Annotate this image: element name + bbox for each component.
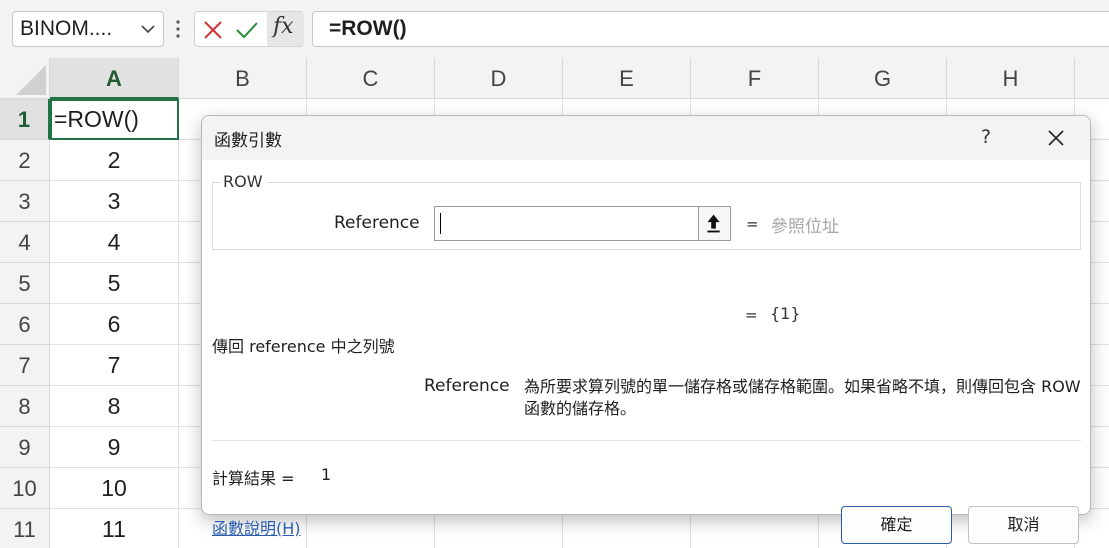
argument-equals: = bbox=[746, 215, 759, 233]
column-header-b[interactable]: B bbox=[179, 58, 307, 99]
formula-command-group: fx bbox=[194, 11, 304, 47]
arrow-up-icon bbox=[707, 214, 720, 233]
column-header-next[interactable] bbox=[1075, 58, 1109, 99]
dialog-title: 函數引數 bbox=[214, 131, 282, 151]
column-header-c[interactable]: C bbox=[307, 58, 435, 99]
cancel-button[interactable]: 取消 bbox=[968, 506, 1079, 544]
column-header-e[interactable]: E bbox=[563, 58, 691, 99]
row-header[interactable]: 11 bbox=[0, 509, 50, 548]
row-header[interactable]: 9 bbox=[0, 427, 50, 468]
cell[interactable]: 4 bbox=[50, 222, 179, 263]
reference-input[interactable] bbox=[434, 206, 731, 241]
cell[interactable]: 2 bbox=[50, 140, 179, 181]
column-header-d[interactable]: D bbox=[435, 58, 563, 99]
column-header-h[interactable]: H bbox=[947, 58, 1075, 99]
fx-icon: fx bbox=[273, 14, 294, 39]
cell[interactable]: 5 bbox=[50, 263, 179, 304]
calc-result-label: 計算結果 = bbox=[212, 469, 295, 488]
row-header[interactable]: 1 bbox=[0, 99, 50, 140]
cell[interactable]: 3 bbox=[50, 181, 179, 222]
formula-input[interactable]: =ROW() bbox=[312, 11, 1109, 47]
function-name: ROW bbox=[221, 172, 267, 191]
row-header[interactable]: 3 bbox=[0, 181, 50, 222]
function-description: 傳回 reference 中之列號 bbox=[212, 337, 395, 356]
result-preview: {1} bbox=[770, 304, 801, 323]
argument-description-text: 為所要求算列號的單一儲存格或儲存格範圍。如果省略不填，則傳回包含 ROW 函數的… bbox=[524, 377, 1081, 418]
row-header[interactable]: 7 bbox=[0, 345, 50, 386]
formula-bar: BINOM.... fx =ROW() bbox=[0, 0, 1109, 58]
close-icon[interactable] bbox=[1042, 124, 1070, 152]
function-group: ROW Reference = 參照位址 bbox=[212, 172, 1081, 250]
column-header-g[interactable]: G bbox=[819, 58, 947, 99]
name-box[interactable]: BINOM.... bbox=[12, 11, 164, 47]
cell[interactable]: =ROW() bbox=[50, 99, 179, 140]
row-header[interactable]: 8 bbox=[0, 386, 50, 427]
argument-label: Reference bbox=[334, 213, 420, 233]
cell[interactable]: 8 bbox=[50, 386, 179, 427]
divider bbox=[212, 440, 1081, 441]
row-header[interactable]: 2 bbox=[0, 140, 50, 181]
cell[interactable]: 7 bbox=[50, 345, 179, 386]
column-header-a[interactable]: A bbox=[50, 58, 179, 99]
result-equals: = bbox=[745, 306, 758, 324]
text-caret bbox=[440, 213, 441, 234]
cell[interactable]: 10 bbox=[50, 468, 179, 509]
row-header[interactable]: 10 bbox=[0, 468, 50, 509]
collapse-dialog-button[interactable] bbox=[698, 206, 731, 241]
calc-result-value: 1 bbox=[321, 465, 332, 484]
formula-text: =ROW() bbox=[329, 17, 407, 40]
dialog-titlebar[interactable]: 函數引數 ? bbox=[202, 116, 1090, 160]
cell[interactable]: 11 bbox=[50, 509, 179, 548]
insert-function-button[interactable]: fx bbox=[267, 12, 304, 46]
row-header[interactable]: 5 bbox=[0, 263, 50, 304]
cell[interactable]: 9 bbox=[50, 427, 179, 468]
name-box-value: BINOM.... bbox=[20, 17, 113, 40]
row-header[interactable]: 6 bbox=[0, 304, 50, 345]
ok-button[interactable]: 確定 bbox=[841, 506, 952, 544]
argument-hint: 參照位址 bbox=[771, 217, 839, 237]
function-help-link[interactable]: 函數說明(H) bbox=[212, 515, 301, 539]
cancel-entry-icon[interactable] bbox=[203, 20, 223, 40]
column-headers: A B C D E F G H bbox=[50, 58, 1109, 99]
chevron-down-icon[interactable] bbox=[141, 24, 155, 34]
cell[interactable]: 6 bbox=[50, 304, 179, 345]
dialog-body: ROW Reference = 參照位址 = {1} 傳回 reference … bbox=[202, 160, 1090, 544]
row-header[interactable]: 4 bbox=[0, 222, 50, 263]
column-header-f[interactable]: F bbox=[691, 58, 819, 99]
argument-description-label: Reference bbox=[424, 376, 510, 396]
function-arguments-dialog: 函數引數 ? ROW Reference = 參照位址 = {1} 傳回 ref… bbox=[201, 115, 1091, 544]
select-all-corner[interactable] bbox=[0, 58, 50, 99]
confirm-entry-icon[interactable] bbox=[235, 20, 259, 40]
help-button[interactable]: ? bbox=[974, 124, 998, 150]
more-options-icon[interactable] bbox=[173, 18, 183, 40]
